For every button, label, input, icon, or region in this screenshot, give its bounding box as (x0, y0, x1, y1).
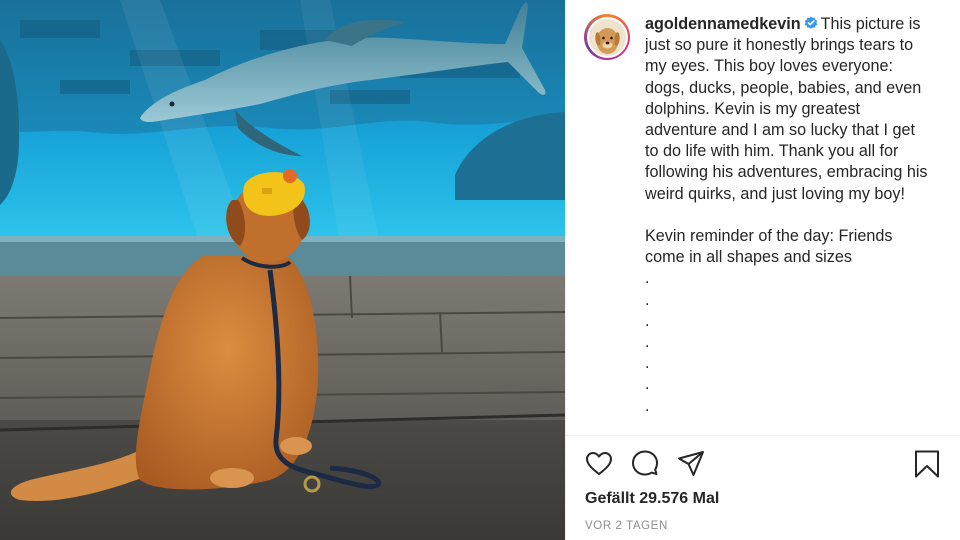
heart-icon (586, 452, 612, 475)
caption-line: adventure and I am so lucky that I get (645, 121, 915, 140)
caption-line: . (645, 333, 650, 352)
caption-line: . (645, 354, 650, 373)
post-photo[interactable] (0, 0, 565, 540)
caption-block: agoldennamedkevin This picture is just so … (584, 14, 956, 417)
action-bar (584, 449, 944, 479)
caption-line: weird quirks, and just loving my boy! (645, 184, 906, 203)
caption-line: dogs, ducks, people, babies, and even (645, 78, 922, 97)
caption-line: This picture is (820, 15, 921, 33)
comment-button[interactable] (630, 449, 660, 479)
caption-line: . (645, 311, 650, 330)
comment-icon (632, 450, 658, 476)
aquarium-dog-image (0, 0, 565, 540)
post-timestamp[interactable]: VOR 2 TAGEN (585, 520, 668, 532)
caption-body: This picture is just so pure it honestly … (645, 15, 928, 415)
caption-line: just so pure it honestly brings tears to (645, 36, 914, 55)
caption-text: agoldennamedkevin This picture is just so … (645, 14, 955, 417)
caption-line: . (645, 269, 650, 288)
avatar[interactable] (584, 14, 630, 60)
share-icon (678, 451, 704, 476)
avatar-image (588, 18, 626, 56)
share-button[interactable] (676, 449, 706, 479)
post-sidebar: agoldennamedkevin This picture is just so … (565, 0, 960, 540)
username-link[interactable]: agoldennamedkevin (645, 15, 801, 33)
caption-line: dolphins. Kevin is my greatest (645, 99, 861, 118)
bookmark-icon (915, 450, 939, 478)
verified-badge-icon (804, 15, 818, 29)
caption-line: following his adventures, embracing his (645, 163, 928, 182)
caption-line: . (645, 290, 650, 309)
save-button[interactable] (912, 449, 942, 479)
instagram-post: agoldennamedkevin This picture is just so … (0, 0, 960, 540)
divider (566, 435, 960, 436)
like-button[interactable] (584, 449, 614, 479)
caption-line: my eyes. This boy loves everyone: (645, 57, 894, 76)
caption-line: Kevin reminder of the day: Friends (645, 227, 893, 246)
caption-line: come in all shapes and sizes (645, 248, 852, 267)
caption-line: . (645, 375, 650, 394)
caption-line: to do life with him. Thank you all for (645, 142, 899, 161)
likes-count[interactable]: Gefällt 29.576 Mal (585, 490, 719, 508)
caption-line: . (645, 396, 650, 415)
